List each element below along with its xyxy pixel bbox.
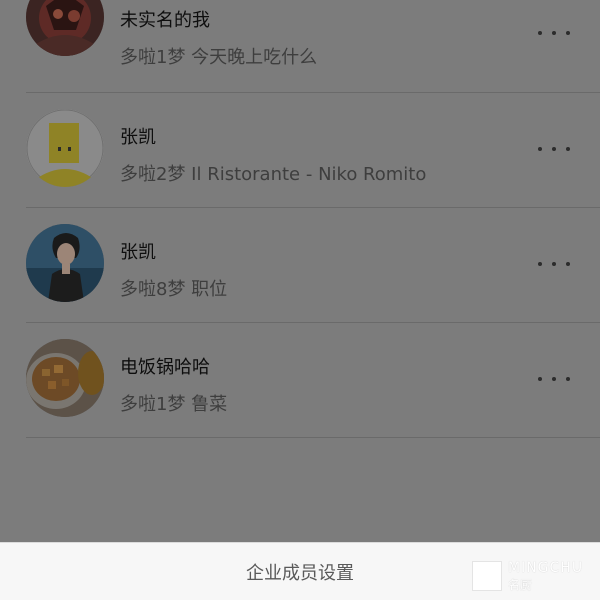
- member-name: 张凯: [120, 242, 156, 263]
- avatar: [26, 0, 104, 56]
- list-item[interactable]: 张凯 多啦2梦 Il Ristorante - Niko Romito: [0, 93, 600, 208]
- member-subtitle: 多啦8梦 职位: [120, 279, 228, 300]
- food-photo-avatar: [26, 339, 104, 417]
- person-photo-avatar: [26, 224, 104, 302]
- yellow-mascot-avatar: [26, 109, 104, 187]
- member-subtitle: 多啦1梦 今天晚上吃什么: [120, 47, 318, 68]
- member-subtitle: 多啦1梦 鲁菜: [120, 394, 228, 415]
- ellipsis-icon[interactable]: [538, 254, 570, 274]
- member-name: 电饭锅哈哈: [120, 357, 210, 378]
- member-name: 未实名的我: [120, 10, 210, 31]
- watermark-text: MINGCHU: [508, 560, 584, 576]
- watermark-logo: MINGCHU 名厨: [472, 560, 600, 600]
- ellipsis-icon[interactable]: [538, 139, 570, 159]
- ellipsis-icon[interactable]: [538, 23, 570, 43]
- divider: [26, 437, 600, 438]
- list-item[interactable]: 张凯 多啦8梦 职位: [0, 208, 600, 323]
- list-item[interactable]: 电饭锅哈哈 多啦1梦 鲁菜: [0, 323, 600, 438]
- member-list: 未实名的我 多啦1梦 今天晚上吃什么 张凯 多啦2梦 Il Ristorante…: [0, 0, 600, 542]
- avatar: [26, 109, 104, 187]
- avatar: [26, 224, 104, 302]
- member-name: 张凯: [120, 127, 156, 148]
- watermark-subtext: 名厨: [508, 578, 533, 592]
- fantasy-character-avatar: [26, 0, 104, 56]
- avatar: [26, 339, 104, 417]
- member-subtitle: 多啦2梦 Il Ristorante - Niko Romito: [120, 164, 427, 185]
- logo-mark: [472, 561, 502, 591]
- ellipsis-icon[interactable]: [538, 369, 570, 389]
- list-item[interactable]: 未实名的我 多啦1梦 今天晚上吃什么: [0, 0, 600, 93]
